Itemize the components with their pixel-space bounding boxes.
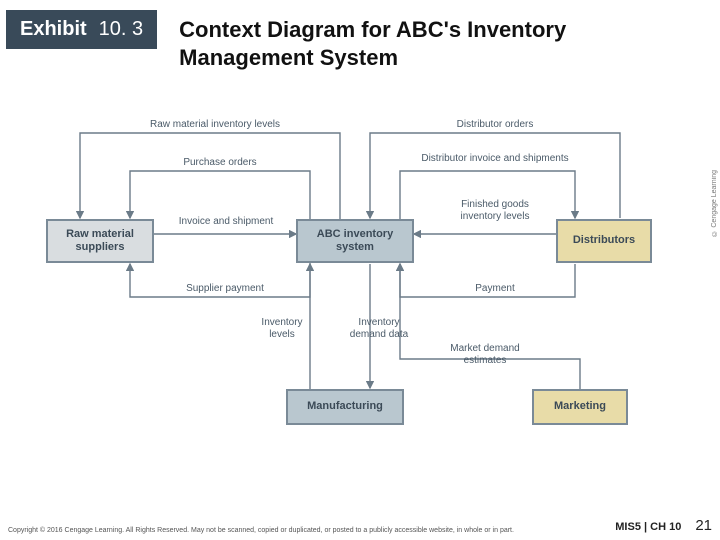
flow-inventory-demand: Inventory demand data [340, 317, 418, 340]
entity-manufacturing-label: Manufacturing [307, 400, 383, 413]
context-diagram: Raw material suppliers ABC inventory sys… [0, 99, 720, 499]
flow-payment: Payment [450, 283, 540, 295]
entity-manufacturing: Manufacturing [286, 389, 404, 425]
flow-market-demand: Market demand estimates [430, 343, 540, 366]
entity-marketing-label: Marketing [554, 400, 606, 413]
entity-distributors-label: Distributors [573, 234, 635, 247]
footer-right: MIS5 | CH 10 21 [615, 517, 712, 534]
entity-distributors: Distributors [556, 219, 652, 263]
flow-invoice-shipment: Invoice and shipment [166, 216, 286, 228]
flow-inventory-levels: Inventory levels [252, 317, 312, 340]
copyright-text: Copyright © 2016 Cengage Learning. All R… [8, 527, 514, 534]
entity-marketing: Marketing [532, 389, 628, 425]
flow-raw-inv-levels: Raw material inventory levels [130, 119, 300, 131]
page-number: 21 [695, 517, 712, 534]
slide-title: Context Diagram for ABC's Inventory Mana… [157, 10, 617, 71]
flow-purchase-orders: Purchase orders [170, 157, 270, 169]
exhibit-badge: Exhibit 10. 3 [6, 10, 157, 49]
exhibit-label: Exhibit [20, 18, 87, 41]
flow-supplier-payment: Supplier payment [170, 283, 280, 295]
course-code: MIS5 | CH 10 [615, 521, 681, 533]
diagram-arrows [0, 99, 720, 499]
slide-header: Exhibit 10. 3 Context Diagram for ABC's … [0, 0, 720, 71]
entity-suppliers: Raw material suppliers [46, 219, 154, 263]
flow-finished-goods: Finished goods inventory levels [440, 199, 550, 222]
slide-footer: Copyright © 2016 Cengage Learning. All R… [8, 517, 712, 534]
image-credit: © Cengage Learning [711, 170, 718, 237]
flow-distributor-invoice: Distributor invoice and shipments [410, 153, 580, 165]
exhibit-number: 10. 3 [99, 18, 143, 41]
entity-abc-system: ABC inventory system [296, 219, 414, 263]
entity-abc-label: ABC inventory system [302, 228, 408, 254]
flow-distributor-orders: Distributor orders [430, 119, 560, 131]
entity-suppliers-label: Raw material suppliers [52, 228, 148, 254]
